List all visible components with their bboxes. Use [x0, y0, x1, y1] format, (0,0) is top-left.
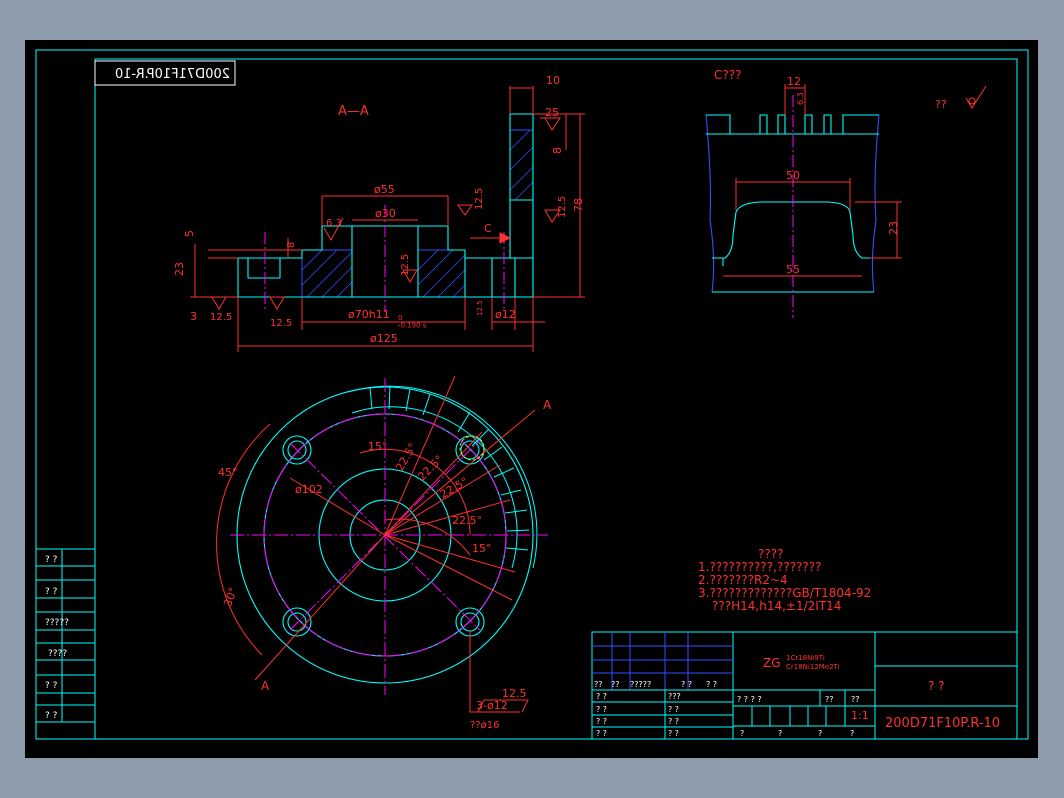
notes-title: ???? [758, 547, 783, 561]
svg-text:ø30: ø30 [375, 207, 396, 220]
svg-text:?: ? [778, 729, 782, 738]
svg-text:25: 25 [545, 106, 559, 119]
svg-text:?: ? [740, 729, 744, 738]
svg-text:ø102: ø102 [295, 483, 323, 496]
svg-text:6.3: 6.3 [326, 218, 342, 229]
svg-text:12.5: 12.5 [474, 188, 485, 210]
cad-drawing-canvas: 200D71F10P.R-10 ? ? ? ? ????? ???? ? ? ?… [25, 40, 1038, 758]
note-line-3: 3.?????????????GB/T1804-92 [698, 586, 871, 600]
svg-text:ø55: ø55 [374, 183, 395, 196]
svg-text:10: 10 [546, 74, 560, 87]
note-line-2: 2.???????R2~4 [698, 573, 788, 587]
part-name: ? ? [928, 679, 945, 693]
svg-text:A: A [261, 679, 270, 693]
svg-text:12.5: 12.5 [270, 318, 292, 329]
svg-text:? ?: ? ? [681, 680, 692, 689]
svg-text:??: ?? [935, 98, 947, 111]
stamp-code: 200D71F10P.R-10 [115, 67, 230, 82]
drawing-paper [25, 40, 1038, 758]
svg-text:8: 8 [286, 242, 297, 248]
svg-text:15°: 15° [472, 542, 492, 555]
svg-text:12: 12 [787, 75, 801, 88]
svg-text:55: 55 [786, 263, 800, 276]
svg-text:?????: ????? [630, 680, 651, 689]
svg-text:3-ø12: 3-ø12 [476, 699, 508, 712]
material-1: 1Cr18Ni9Ti [786, 654, 825, 662]
svg-text:50: 50 [786, 169, 800, 182]
view-c-label: C??? [714, 68, 742, 82]
svg-text:??: ?? [611, 680, 620, 689]
svg-text:??: ?? [594, 680, 603, 689]
section-label: A—A [338, 104, 369, 119]
note-line-4: ???H14,h14,±1/2IT14 [712, 599, 841, 613]
material-2: Cr18Ni12Mo2Ti [786, 663, 840, 671]
svg-text:? ?: ? ? [45, 587, 58, 597]
svg-text:? ?: ? ? [596, 729, 607, 738]
svg-text:45°: 45° [218, 466, 238, 479]
material-prefix: ZG [763, 656, 781, 670]
svg-text:A: A [543, 398, 552, 412]
svg-text:???: ??? [668, 692, 681, 701]
svg-text:??ø16: ??ø16 [470, 720, 499, 731]
svg-text:? ?: ? ? [45, 681, 58, 691]
svg-text:15°: 15° [368, 440, 388, 453]
svg-text:ø125: ø125 [370, 332, 398, 345]
svg-text:? ?: ? ? [706, 680, 717, 689]
svg-text:6.3: 6.3 [796, 92, 805, 105]
svg-text:12.5: 12.5 [210, 312, 232, 323]
svg-text:12.5: 12.5 [476, 300, 484, 316]
svg-text:?: ? [818, 729, 822, 738]
svg-text:22.5°: 22.5° [452, 514, 482, 527]
scale: 1:1 [851, 709, 869, 722]
svg-text:5: 5 [183, 230, 196, 237]
svg-text:? ?: ? ? [596, 717, 607, 726]
svg-text:??: ?? [851, 695, 860, 704]
svg-text:23: 23 [887, 221, 900, 235]
svg-text:? ?: ? ? [45, 711, 58, 721]
svg-text:12.5: 12.5 [502, 687, 527, 700]
svg-text:23: 23 [173, 262, 186, 276]
svg-text:? ? ? ?: ? ? ? ? [737, 695, 762, 704]
svg-text:? ?: ? ? [668, 705, 679, 714]
svg-text:12.5: 12.5 [400, 254, 411, 276]
svg-text:ø12: ø12 [495, 308, 516, 321]
svg-text:C: C [484, 222, 492, 235]
svg-text:12.5: 12.5 [557, 196, 568, 218]
svg-text:ø70h11: ø70h11 [348, 308, 390, 321]
svg-text:??: ?? [825, 695, 834, 704]
note-line-1: 1.??????????,??????? [698, 560, 822, 574]
svg-text:?????: ????? [45, 618, 69, 628]
drawing-number: 200D71F10P.R-10 [885, 716, 1000, 731]
svg-text:? ?: ? ? [596, 705, 607, 714]
svg-text:3: 3 [190, 310, 197, 323]
svg-text:????: ???? [48, 649, 67, 659]
svg-text:?: ? [850, 729, 854, 738]
svg-text:? ?: ? ? [45, 555, 58, 565]
svg-text:? ?: ? ? [596, 692, 607, 701]
svg-text:? ?: ? ? [668, 729, 679, 738]
svg-text:78: 78 [572, 198, 585, 212]
svg-text:8: 8 [551, 147, 564, 154]
svg-text:? ?: ? ? [668, 717, 679, 726]
